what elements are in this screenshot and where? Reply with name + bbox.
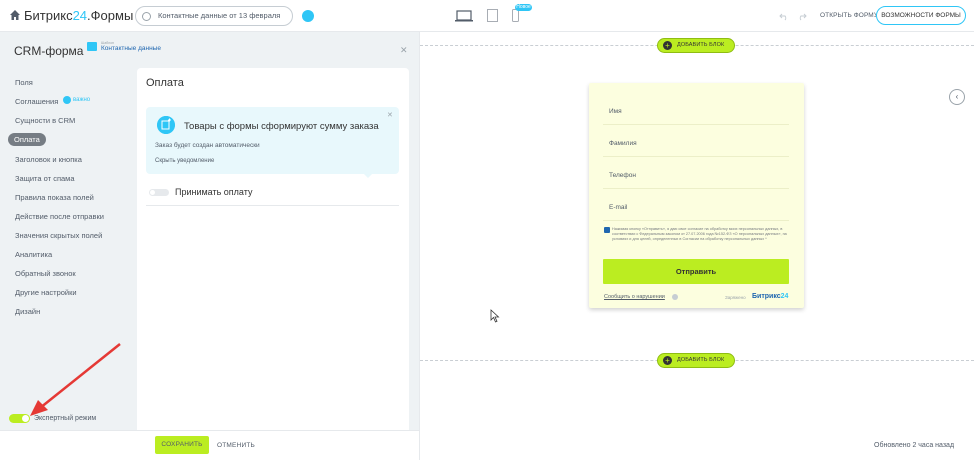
phone-field[interactable]: Телефон — [603, 163, 789, 189]
tablet-device-icon[interactable] — [487, 9, 498, 22]
sidebar-item-field-rules[interactable]: Правила показа полей — [15, 193, 94, 202]
cloud-sync-icon[interactable] — [302, 10, 314, 22]
template-link[interactable]: Контактные данные — [101, 45, 161, 52]
app-title: Битрикс24.Формы — [24, 8, 134, 23]
info-notice-title: Товары с формы сформируют сумму заказа — [184, 121, 379, 132]
mouse-cursor-icon — [490, 309, 500, 323]
desktop-device-icon[interactable] — [455, 10, 473, 22]
divider — [146, 205, 399, 206]
sidebar-item-header-button[interactable]: Заголовок и кнопка — [15, 155, 82, 164]
panel-title: CRM-форма — [14, 44, 84, 58]
add-block-button-top[interactable]: + ДОБАВИТЬ БЛОК — [657, 38, 735, 53]
home-icon[interactable] — [9, 9, 21, 21]
close-icon[interactable]: ✕ — [387, 111, 393, 119]
undo-icon[interactable] — [779, 11, 789, 21]
sidebar-item-spam-protection[interactable]: Защита от спама — [15, 174, 75, 183]
close-icon[interactable]: ✕ — [400, 45, 408, 56]
sidebar-item-analytics[interactable]: Аналитика — [15, 250, 52, 259]
sidebar-item-other-settings[interactable]: Другие настройки — [15, 288, 77, 297]
save-button[interactable]: СОХРАНИТЬ — [155, 436, 209, 454]
info-icon — [63, 96, 71, 104]
cart-plus-icon — [157, 116, 175, 134]
consent-text: Нажимая кнопку «Отправить», я даю свое с… — [612, 227, 787, 241]
submit-button[interactable]: Отправить — [603, 259, 789, 284]
form-features-button[interactable]: ВОЗМОЖНОСТИ ФОРМЫ — [876, 6, 966, 25]
accept-payment-label: Принимать оплату — [175, 187, 253, 197]
sidebar-item-design[interactable]: Дизайн — [15, 307, 40, 316]
powered-by-label: Заряжено — [725, 295, 746, 300]
email-field[interactable]: E-mail — [603, 195, 789, 221]
plus-icon: + — [663, 356, 672, 365]
accept-payment-toggle[interactable] — [149, 189, 169, 196]
sidebar-item-fields[interactable]: Поля — [15, 78, 33, 87]
sidebar-item-hidden-fields[interactable]: Значения скрытых полей — [15, 231, 102, 240]
hide-notice-link[interactable]: Скрыть уведомление — [155, 158, 214, 164]
plus-icon: + — [663, 41, 672, 50]
new-badge: Новое — [515, 4, 532, 11]
template-icon — [87, 42, 97, 51]
form-selector-dropdown[interactable]: Контактные данные от 13 февраля — [135, 6, 293, 26]
add-block-button-bottom[interactable]: + ДОБАВИТЬ БЛОК — [657, 353, 735, 368]
form-selector-label: Контактные данные от 13 февраля — [158, 11, 281, 20]
sidebar-item-agreements[interactable]: Соглашения — [15, 97, 58, 106]
surname-field[interactable]: Фамилия — [603, 131, 789, 157]
info-notice-pointer — [362, 172, 374, 178]
open-form-link[interactable]: ОТКРЫТЬ ФОРМУ — [820, 12, 878, 19]
consent-checkbox[interactable] — [604, 227, 610, 233]
redo-icon[interactable] — [797, 11, 807, 21]
bottom-action-bar — [0, 430, 419, 460]
sidebar-item-after-submit[interactable]: Действие после отправки — [15, 212, 104, 221]
sidebar-item-callback[interactable]: Обратный звонок — [15, 269, 76, 278]
collapse-arrow-icon[interactable]: ‹ — [949, 89, 965, 105]
sidebar-item-payment[interactable]: Оплата — [8, 133, 46, 146]
report-abuse-link[interactable]: Сообщить о нарушении — [604, 294, 665, 300]
powered-by-logo[interactable]: Битрикс24 — [752, 293, 788, 300]
cancel-button[interactable]: ОТМЕНИТЬ — [217, 442, 255, 449]
panel-divider — [419, 32, 420, 460]
help-icon[interactable] — [672, 294, 678, 300]
chevron-down-icon — [142, 12, 151, 21]
name-field[interactable]: Имя — [603, 99, 789, 125]
annotation-arrow — [30, 343, 121, 416]
info-notice-text: Заказ будет создан автоматически — [155, 142, 260, 149]
sidebar-item-crm-entities[interactable]: Сущности в CRM — [15, 116, 75, 125]
important-badge: важно — [73, 97, 91, 103]
section-title: Оплата — [146, 77, 184, 89]
last-updated-status: Обновлено 2 часа назад — [874, 442, 955, 449]
